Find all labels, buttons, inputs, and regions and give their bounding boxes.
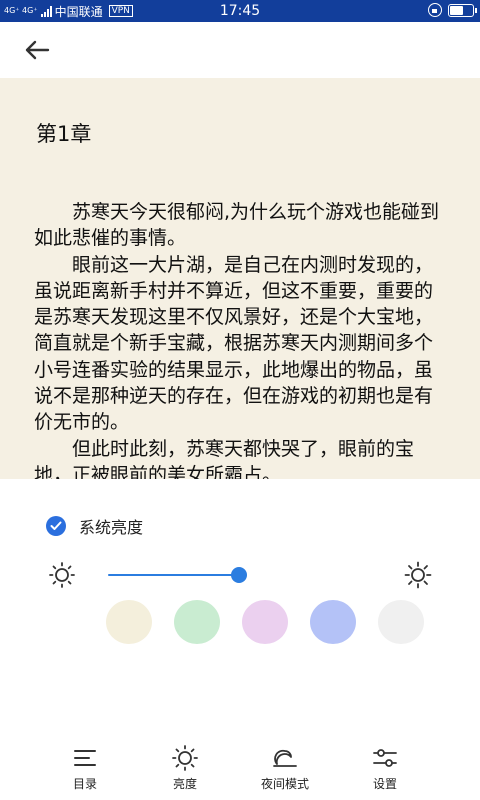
battery-icon xyxy=(448,3,477,17)
nav-night-mode[interactable]: 夜间模式 xyxy=(245,739,325,800)
brightness-slider-track xyxy=(108,574,240,576)
chapter-title: 第1章 xyxy=(36,122,92,146)
brightness-slider[interactable] xyxy=(108,565,248,585)
paragraph: 苏寒天今天很郁闷,为什么玩个游戏也能碰到如此悲催的事情。 xyxy=(34,201,440,250)
network-type: 4G⁺ 4G⁺ xyxy=(4,6,38,15)
paragraph: 但此时此刻，苏寒天都快哭了，眼前的宝地，正被眼前的美女所霸占。 xyxy=(34,437,415,479)
signal-icon xyxy=(40,5,52,17)
list-icon xyxy=(74,750,96,766)
top-bar xyxy=(0,22,480,78)
brightness-high-icon xyxy=(404,561,432,589)
vpn-badge: VPN xyxy=(108,5,133,17)
reader-content[interactable]: 第1章 苏寒天今天很郁闷,为什么玩个游戏也能碰到如此悲催的事情。 眼前这一大片湖… xyxy=(0,78,480,479)
paragraph: 眼前这一大片湖，是自己在内测时发现的，虽说距离新手村并不算近，但这不重要，重要的… xyxy=(34,253,434,434)
system-brightness-toggle[interactable]: 系统亮度 xyxy=(46,514,143,538)
background-color-swatch[interactable] xyxy=(242,600,288,644)
system-brightness-label: 系统亮度 xyxy=(79,518,144,537)
nav-settings[interactable]: 设置 xyxy=(345,739,425,800)
check-icon xyxy=(50,521,62,530)
background-color-swatch[interactable] xyxy=(106,600,152,644)
back-arrow-icon xyxy=(25,40,50,60)
chapter-body: 苏寒天今天很郁闷,为什么玩个游戏也能碰到如此悲催的事情。 眼前这一大片湖，是自己… xyxy=(34,199,448,479)
night-mode-icon xyxy=(273,749,297,767)
brightness-slider-thumb[interactable] xyxy=(231,567,248,583)
background-color-swatch[interactable] xyxy=(174,600,220,644)
bottom-nav: 目录 亮度 夜间模式 设置 xyxy=(0,739,480,800)
nav-brightness[interactable]: 亮度 xyxy=(145,739,225,800)
brightness-low-icon xyxy=(49,562,75,588)
status-bar: 4G⁺ 4G⁺ 中国联通 VPN 17:45 xyxy=(0,0,480,22)
back-button[interactable] xyxy=(20,34,54,66)
nav-label: 目录 xyxy=(72,777,97,791)
system-brightness-checkbox[interactable] xyxy=(46,516,66,536)
background-color-swatch[interactable] xyxy=(378,600,424,644)
background-color-swatch[interactable] xyxy=(310,600,356,644)
nav-label: 亮度 xyxy=(172,777,197,791)
nav-label: 设置 xyxy=(372,777,397,791)
settings-sliders-icon xyxy=(373,749,397,767)
carrier-name: 中国联通 xyxy=(54,4,103,19)
nav-label: 夜间模式 xyxy=(260,777,309,791)
nav-catalog[interactable]: 目录 xyxy=(45,739,125,800)
brightness-icon xyxy=(172,745,198,771)
rotation-lock-icon xyxy=(428,3,442,17)
